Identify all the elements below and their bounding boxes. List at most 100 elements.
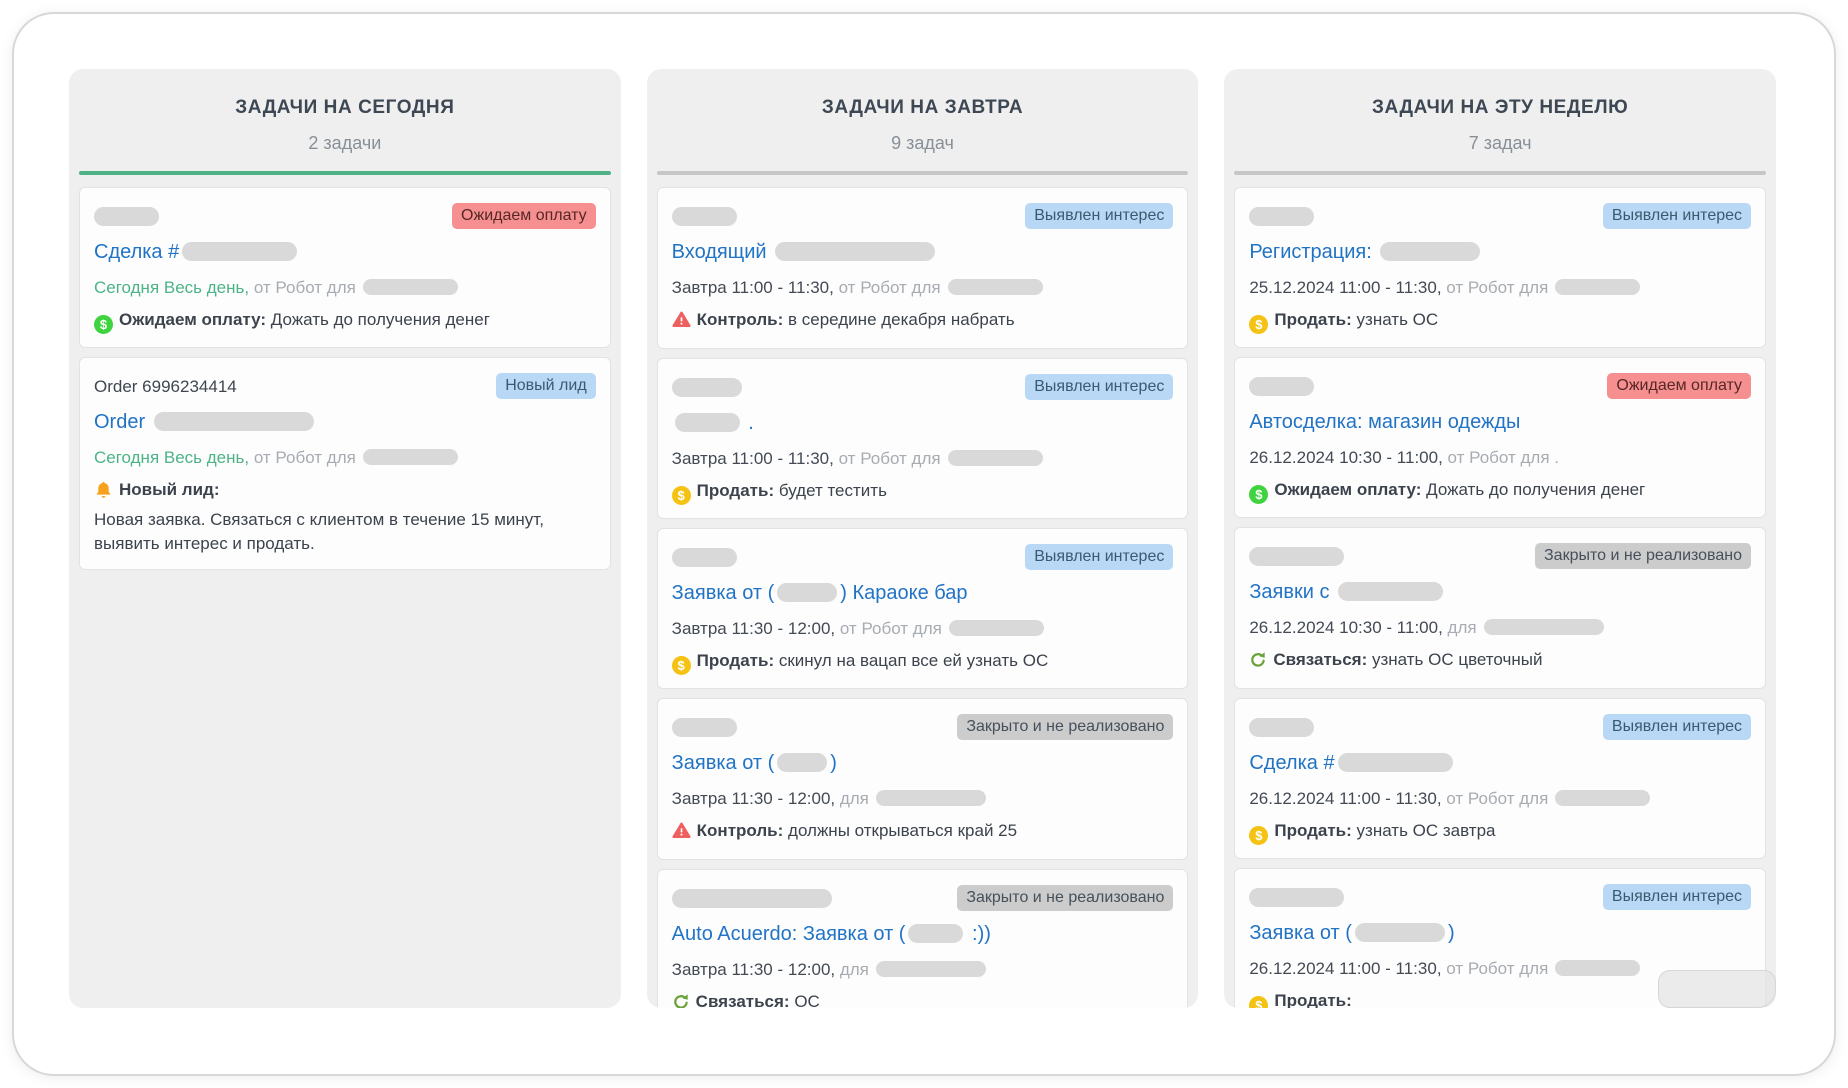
card-task-row: $Ожидаем оплату: Дожать до получения ден…: [1249, 478, 1751, 504]
card-top-row: Выявлен интерес: [1249, 714, 1751, 740]
card-task-row: $Продать: будет тестить: [672, 479, 1174, 505]
task-assignee: от Робот для: [1442, 959, 1549, 978]
card-top-row: Закрыто и не реализовано: [672, 714, 1174, 740]
task-card[interactable]: Выявлен интересЗаявка от () Караоке барЗ…: [657, 528, 1189, 689]
redacted-text-pill: [777, 753, 827, 772]
task-note: ОС: [790, 992, 820, 1008]
card-task-row: $Ожидаем оплату: Дожать до получения ден…: [94, 308, 596, 334]
task-type-label: Продать:: [1274, 310, 1351, 329]
title-text: Автосделка: магазин одежды: [1249, 411, 1520, 433]
redacted-text-pill: [1249, 377, 1314, 396]
status-badge: Новый лид: [496, 373, 595, 399]
task-time: Завтра 11:30 - 12:00,: [672, 789, 835, 808]
task-note: Дожать до получения денег: [266, 310, 490, 329]
column-header: ЗАДАЧИ НА ЗАВТРА 9 задач: [647, 69, 1199, 155]
task-card[interactable]: Выявлен интересВходящий Завтра 11:00 - 1…: [657, 187, 1189, 349]
card-date-row: Завтра 11:00 - 11:30, от Робот для: [672, 447, 1174, 470]
status-badge: Ожидаем оплату: [1607, 373, 1751, 399]
card-task-row: Связаться: ОС: [672, 990, 1174, 1008]
status-badge: Выявлен интерес: [1603, 884, 1751, 910]
bell-icon: [94, 480, 113, 505]
card-list: Выявлен интересРегистрация: 25.12.2024 1…: [1224, 175, 1776, 1008]
task-card[interactable]: Выявлен интересРегистрация: 25.12.2024 1…: [1234, 187, 1766, 348]
card-top-row: Закрыто и не реализовано: [672, 885, 1174, 911]
status-badge: Выявлен интерес: [1025, 203, 1173, 229]
task-note: узнать ОС: [1352, 310, 1438, 329]
redacted-text-pill: [1555, 790, 1650, 806]
title-text: ): [830, 752, 837, 774]
redacted-text-pill: [1555, 960, 1640, 976]
card-title-link[interactable]: Заявка от () Караоке бар: [672, 580, 1174, 607]
refresh-arrows-icon: [672, 993, 690, 1008]
card-task-row: Связаться: узнать ОС цветочный: [1249, 648, 1751, 675]
card-title-link[interactable]: Заявки с: [1249, 579, 1751, 606]
title-text: Сделка #: [94, 241, 179, 263]
task-card[interactable]: Ожидаем оплатуСделка #Сегодня Весь день,…: [79, 187, 611, 348]
card-title-link[interactable]: Входящий: [672, 239, 1174, 266]
task-assignee: для: [835, 789, 869, 808]
card-title-link[interactable]: Регистрация:: [1249, 239, 1751, 266]
task-note: будет тестить: [774, 481, 887, 500]
task-type-label: Контроль:: [697, 821, 784, 840]
task-time: 26.12.2024 10:30 - 11:00,: [1249, 618, 1442, 637]
redacted-text-pill: [675, 413, 740, 432]
card-task-row: Контроль: в середине декабря набрать: [672, 308, 1174, 335]
title-text: Auto Acuerdo: Заявка от (: [672, 923, 906, 945]
column-today: ЗАДАЧИ НА СЕГОДНЯ 2 задачи Ожидаем оплат…: [69, 69, 621, 1008]
task-assignee: от Робот для: [1442, 789, 1549, 808]
task-time: 26.12.2024 11:00 - 11:30,: [1249, 959, 1441, 978]
task-type-label: Связаться:: [696, 992, 790, 1008]
status-badge: Выявлен интерес: [1603, 714, 1751, 740]
title-text: ) Караоке бар: [840, 582, 967, 604]
card-date-row: Сегодня Весь день, от Робот для: [94, 446, 596, 469]
task-assignee: от Робот для: [1442, 278, 1549, 297]
task-card[interactable]: Ожидаем оплату Автосделка: магазин одежды…: [1234, 357, 1766, 518]
task-time: Завтра 11:00 - 11:30,: [672, 449, 834, 468]
card-task-row: Новый лид:: [94, 478, 596, 505]
task-note-block: Новая заявка. Связаться с клиентом в теч…: [94, 508, 596, 556]
redacted-text-pill: [876, 790, 986, 806]
dollar-circle-gold-icon: $: [672, 656, 691, 675]
task-assignee: от Робот для: [835, 619, 942, 638]
dollar-circle-gold-icon: $: [672, 486, 691, 505]
title-text: Order: [94, 411, 151, 433]
redacted-text-pill: [363, 279, 458, 295]
redacted-text-pill: [775, 242, 935, 261]
task-card[interactable]: Закрыто и не реализованоЗаявки с 26.12.2…: [1234, 527, 1766, 689]
task-card[interactable]: Закрыто и не реализовано Заявка от () Завт…: [657, 698, 1189, 860]
title-text: ): [1448, 922, 1455, 944]
task-type-label: Продать:: [1274, 991, 1351, 1008]
redacted-text-pill: [154, 412, 314, 431]
card-title-link[interactable]: Сделка #: [1249, 750, 1751, 777]
status-badge: Выявлен интерес: [1025, 374, 1173, 400]
status-badge: Выявлен интерес: [1025, 544, 1173, 570]
task-card[interactable]: Order 6996234414Новый лидOrder Сегодня В…: [79, 357, 611, 570]
card-title-link[interactable]: Заявка от (): [672, 750, 1174, 777]
card-title-link[interactable]: Сделка #: [94, 239, 596, 266]
task-card[interactable]: Выявлен интерес . Завтра 11:00 - 11:30, о…: [657, 358, 1189, 519]
task-note: узнать ОС завтра: [1352, 821, 1496, 840]
redacted-text-pill: [1380, 242, 1480, 261]
status-badge: Ожидаем оплату: [452, 203, 596, 229]
card-list: Ожидаем оплату Сделка # Сегодня Весь день,…: [69, 175, 621, 1008]
column-task-count: 7 задач: [1224, 131, 1776, 155]
task-note: должны открываться край 25: [783, 821, 1017, 840]
task-card[interactable]: Выявлен интересСделка #26.12.2024 11:00 …: [1234, 698, 1766, 859]
card-title-link[interactable]: Order: [94, 409, 596, 436]
redacted-text-pill: [1338, 753, 1453, 772]
task-note: Дожать до получения денег: [1421, 480, 1645, 499]
redacted-text-pill: [876, 961, 986, 977]
task-note: скинул на вацап все ей узнать ОС: [774, 651, 1048, 670]
refresh-arrows-icon: [1249, 651, 1267, 675]
redacted-text-pill: [1484, 619, 1604, 635]
card-title-link[interactable]: Заявка от (): [1249, 920, 1751, 947]
redacted-text-pill: [672, 207, 737, 226]
card-title-link[interactable]: Auto Acuerdo: Заявка от ( :)): [672, 921, 1174, 948]
card-title-link[interactable]: .: [672, 410, 1174, 437]
task-assignee: для: [835, 960, 869, 979]
redacted-text-pill: [672, 548, 737, 567]
task-card[interactable]: Закрыто и не реализовано Auto Acuerdo: За…: [657, 869, 1189, 1008]
title-text: :)): [966, 923, 990, 945]
card-title-link[interactable]: Автосделка: магазин одежды: [1249, 409, 1751, 436]
redacted-text-pill: [1249, 718, 1314, 737]
